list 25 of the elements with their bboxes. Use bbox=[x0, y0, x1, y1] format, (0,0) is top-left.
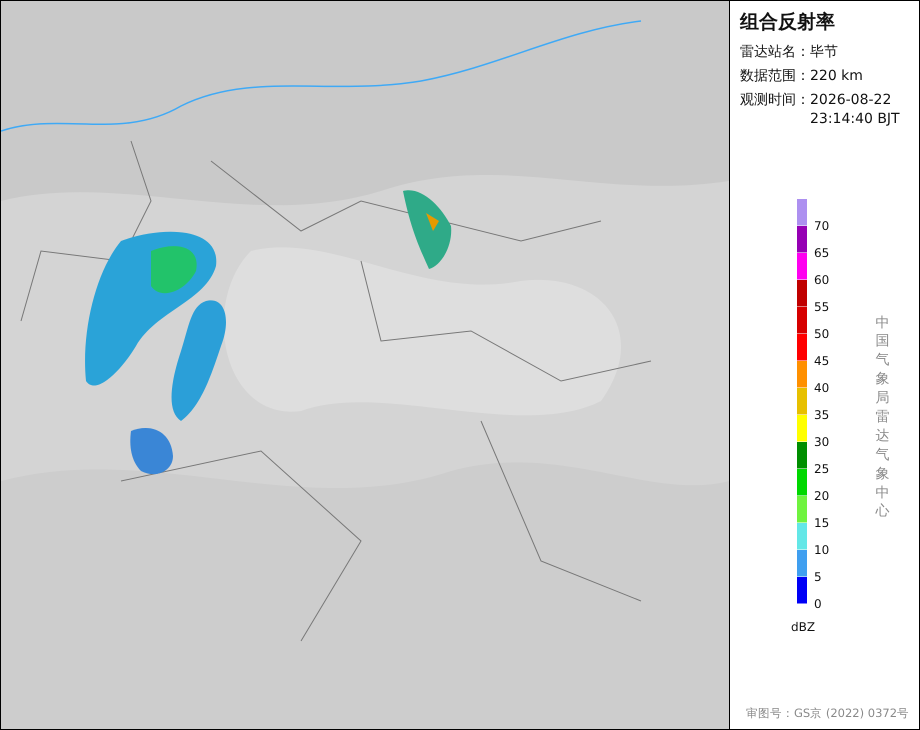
legend-tick-label: 65 bbox=[814, 246, 830, 260]
legend-tick-label: 45 bbox=[814, 354, 830, 368]
legend-tick-label: 35 bbox=[814, 408, 830, 422]
legend-tick-label: 50 bbox=[814, 326, 830, 341]
info-value: 毕节 bbox=[810, 43, 839, 62]
map-title: 组合反射率 bbox=[740, 10, 836, 35]
legend-tick-label: 15 bbox=[814, 516, 830, 530]
credit-text: 中国气象局雷达气象中心 bbox=[875, 314, 890, 522]
legend-tick-label: 70 bbox=[814, 218, 830, 233]
legend-unit: dBZ bbox=[791, 620, 816, 634]
legend-tick-label: 60 bbox=[814, 272, 830, 287]
info-label: 雷达站名： bbox=[740, 43, 810, 62]
legend-tick-label: 55 bbox=[814, 300, 830, 314]
legend-tick-label: 10 bbox=[814, 542, 830, 557]
legend-tick-label: 5 bbox=[814, 570, 822, 584]
legend-tick-label: 25 bbox=[814, 462, 830, 476]
legend-tick-label: 0 bbox=[814, 596, 822, 611]
info-label: 观测时间： bbox=[740, 90, 810, 110]
info-value: 220 km bbox=[810, 66, 864, 86]
approval-number: 审图号：GS京 (2022) 0372号 bbox=[746, 706, 910, 721]
legend-tick-label: 30 bbox=[814, 434, 830, 449]
info-value: 2026-08-22 23:14:40 BJT bbox=[810, 90, 900, 129]
legend-tick-label: 40 bbox=[814, 380, 830, 395]
info-label: 数据范围： bbox=[740, 66, 810, 86]
legend-tick-label: 20 bbox=[814, 488, 830, 503]
